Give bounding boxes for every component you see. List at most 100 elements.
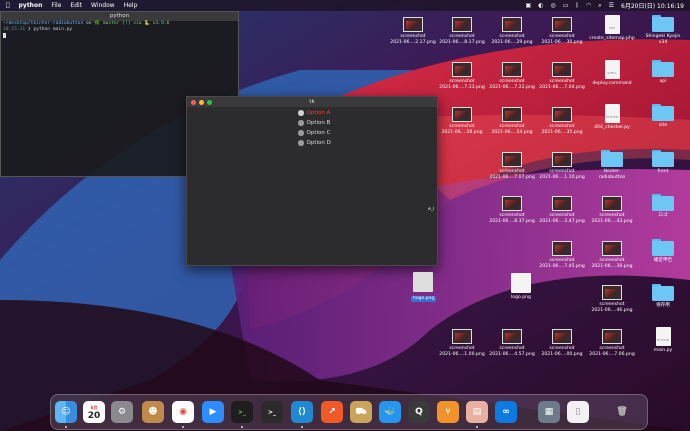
radio-option-c[interactable]: Option C bbox=[298, 130, 330, 136]
running-indicator bbox=[65, 426, 67, 428]
desktop-screenshot[interactable]: screenshot 2021-06....1.00.png bbox=[439, 329, 485, 357]
desktop-screenshot[interactable]: screenshot 2021-06....8.37.png bbox=[489, 196, 535, 224]
vscode-icon[interactable]: ⟨⟩ bbox=[291, 401, 313, 423]
calendar-icon[interactable]: 6月 20 bbox=[83, 401, 105, 423]
radio-indicator[interactable] bbox=[298, 110, 304, 116]
desktop-screenshot[interactable]: screenshot 2021-06....00.png bbox=[539, 329, 585, 357]
folder-icon bbox=[652, 284, 674, 301]
file-label: 2021-06....46.png bbox=[591, 307, 633, 313]
menu-app-name[interactable]: python bbox=[19, 2, 43, 9]
desktop-folder-logo[interactable]: ロゴ bbox=[640, 194, 686, 219]
desktop-folder-shingeki[interactable]: Shingeki Kyojin v34 bbox=[640, 15, 686, 45]
radio-indicator[interactable] bbox=[298, 140, 304, 146]
quicktime-icon[interactable]: Q bbox=[408, 401, 430, 423]
tk-title: tk bbox=[309, 99, 315, 105]
desktop-screenshot[interactable]: screenshot 2021-06....1.10.png bbox=[539, 152, 585, 180]
desktop-screenshot[interactable]: screenshot 2021-06....7.06.png bbox=[589, 329, 635, 357]
zoom-icon[interactable]: ▶ bbox=[202, 401, 224, 423]
desktop-folder-kakutei[interactable]: 確定申告 bbox=[640, 239, 686, 264]
status-icon[interactable]: ◐ bbox=[538, 2, 543, 9]
docker-icon[interactable]: 🐳 bbox=[379, 401, 401, 423]
desktop-screenshot[interactable]: screenshot 2021-06....43.png bbox=[589, 196, 635, 224]
desktop-screenshot[interactable]: screenshot 2021-06....35.png bbox=[539, 107, 585, 135]
document-icon[interactable]: ▯ bbox=[567, 401, 589, 423]
desktop-screenshot[interactable]: screenshot 2021-06....2.17.png bbox=[390, 17, 436, 45]
folder-icon bbox=[652, 150, 674, 167]
desktop-screenshot[interactable]: screenshot 2021-06....3.47.png bbox=[539, 196, 585, 224]
desktop-screenshot[interactable]: screenshot 2021-06....29.png bbox=[489, 17, 535, 45]
infinity-icon[interactable]: ∞ bbox=[495, 401, 517, 423]
menu-file[interactable]: File bbox=[51, 2, 61, 9]
contacts-icon[interactable]: ☻ bbox=[142, 401, 164, 423]
terminal-2-icon[interactable]: >_ bbox=[261, 401, 283, 423]
screenshot-thumbnail bbox=[502, 62, 522, 77]
menu-clock[interactable]: 6月20日(日) 10:16:19 bbox=[621, 1, 684, 10]
file-label: main.py bbox=[653, 348, 673, 353]
screenshot-icon[interactable]: ▦ bbox=[538, 401, 560, 423]
minimize-button[interactable] bbox=[199, 99, 204, 105]
desktop-file-checker[interactable]: PYTHON 404_checker.py bbox=[589, 104, 635, 131]
sourcetree-icon[interactable]: ⑂ bbox=[437, 401, 459, 423]
menu-window[interactable]: Window bbox=[91, 2, 115, 9]
system-preferences-icon[interactable]: ⚙ bbox=[111, 401, 133, 423]
file-label: 2021-06....2.17.png bbox=[390, 39, 436, 45]
radio-option-d[interactable]: Option D bbox=[298, 140, 331, 146]
desktop-screenshot[interactable]: screenshot 2021-06....7.04.png bbox=[539, 62, 585, 90]
transmit-icon[interactable]: ⛟ bbox=[350, 401, 372, 423]
display-icon[interactable]: ▭ bbox=[563, 2, 569, 9]
desktop-folder-tkinter[interactable]: tkinter-radiobutton bbox=[589, 150, 635, 180]
activity-icon[interactable]: ↗ bbox=[321, 401, 343, 423]
desktop-screenshot[interactable]: screenshot 2021-06....54.png bbox=[489, 107, 535, 135]
desktop-screenshot[interactable]: screenshot 2021-06....8.17.png bbox=[439, 17, 485, 45]
terminal-title-bar[interactable]: python bbox=[1, 12, 238, 21]
desktop-screenshot[interactable]: screenshot 2021-06....7.33.png bbox=[439, 62, 485, 90]
wifi-icon[interactable]: ◠ bbox=[586, 2, 591, 9]
close-button[interactable] bbox=[191, 99, 196, 105]
desktop-screenshot[interactable]: screenshot 2021-06....46.png bbox=[589, 285, 635, 313]
desktop-folder-front[interactable]: front bbox=[640, 150, 686, 175]
desktop-folder-api[interactable]: api bbox=[640, 60, 686, 85]
status-icon-2[interactable]: ◎ bbox=[550, 2, 555, 9]
desktop-file-main[interactable]: PYTHON main.py bbox=[640, 327, 686, 354]
tk-title-bar[interactable]: tk bbox=[187, 97, 437, 107]
desktop-folder-hozon[interactable]: 保存用 bbox=[640, 284, 686, 309]
radio-option-a[interactable]: Option A bbox=[298, 110, 330, 116]
bluetooth-icon[interactable]: ᛒ bbox=[575, 2, 579, 9]
trash-icon[interactable]: 🗑 bbox=[611, 401, 633, 423]
desktop-screenshot[interactable]: screenshot 2021-06....4.57.png bbox=[489, 329, 535, 357]
desktop-screenshot[interactable]: screenshot 2021-06....7.45.png bbox=[539, 241, 585, 269]
tk-window[interactable]: tk Option A Option B Option C Option D bbox=[186, 96, 438, 266]
chrome-icon[interactable]: ◉ bbox=[172, 401, 194, 423]
desktop-folder-site[interactable]: site bbox=[640, 104, 686, 129]
finder-icon[interactable]: ☺ bbox=[55, 401, 77, 423]
file-label-selected: hoge.png bbox=[411, 296, 437, 302]
desktop-file-deploy[interactable]: SHELL deploy.command bbox=[589, 60, 635, 87]
zoom-button[interactable] bbox=[207, 99, 212, 105]
file-label: 2021-06....29.png bbox=[491, 39, 533, 45]
desktop-partial-label[interactable]: e_l bbox=[428, 207, 448, 213]
desktop-file-logo[interactable]: logo.png bbox=[498, 273, 544, 301]
screenshot-thumbnail bbox=[602, 241, 622, 256]
screenshot-thumbnail bbox=[452, 17, 472, 32]
preview-icon[interactable]: ▤ bbox=[466, 401, 488, 423]
desktop-screenshot[interactable]: screenshot 2021-06....7.07.png bbox=[489, 152, 535, 180]
apple-icon[interactable]:  bbox=[6, 2, 10, 9]
desktop-screenshot[interactable]: screenshot 2021-06....30.png bbox=[539, 17, 585, 45]
radio-option-b[interactable]: Option B bbox=[298, 120, 330, 126]
menu-help[interactable]: Help bbox=[124, 2, 138, 9]
desktop-screenshot[interactable]: screenshot 2021-06....58.png bbox=[439, 107, 485, 135]
search-icon[interactable]: ⌕ bbox=[598, 2, 601, 10]
prompt-branch: 🌿 master [!] via 🐍 v3.9.6 bbox=[94, 21, 170, 26]
desktop-screenshot[interactable]: screenshot 2021-06....7.22.png bbox=[489, 62, 535, 90]
desktop-file-hoge[interactable]: hoge.png bbox=[400, 272, 446, 302]
desktop-file-sitemap[interactable]: PHP create_sitemap.php bbox=[589, 15, 635, 42]
radio-indicator[interactable] bbox=[298, 130, 304, 136]
terminal-icon[interactable]: >_ bbox=[231, 401, 253, 423]
control-center-icon[interactable]: ☰ bbox=[609, 2, 614, 9]
menu-edit[interactable]: Edit bbox=[70, 2, 82, 9]
desktop-screenshot[interactable]: screenshot 2021-06....30.png bbox=[589, 241, 635, 269]
dropbox-icon[interactable]: ▣ bbox=[526, 2, 532, 9]
file-label: 2021-06....7.06.png bbox=[589, 351, 635, 357]
file-label: 2021-06....1.10.png bbox=[539, 174, 585, 180]
radio-indicator[interactable] bbox=[298, 120, 304, 126]
